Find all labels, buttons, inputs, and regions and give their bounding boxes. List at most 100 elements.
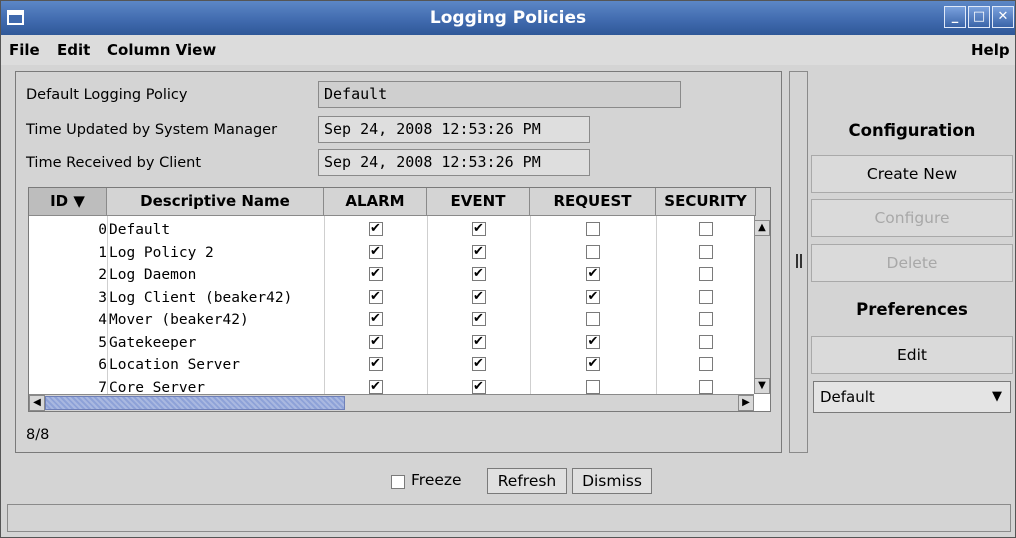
row-name: Location Server bbox=[109, 357, 240, 373]
vertical-scrollbar[interactable]: ▲ ▼ bbox=[754, 216, 770, 394]
split-pane-divider[interactable] bbox=[789, 71, 808, 453]
row-event-checkbox[interactable]: ✔ bbox=[471, 357, 486, 371]
preference-select-value: Default bbox=[820, 388, 875, 406]
row-request-checkbox[interactable]: ✔ bbox=[586, 289, 600, 304]
row-request-checkbox[interactable]: ✔ bbox=[586, 334, 600, 349]
table-row[interactable]: 6 Location Server ✔ ✔ ✔ bbox=[29, 354, 757, 376]
dismiss-button[interactable]: Dismiss bbox=[572, 468, 652, 494]
row-request-checkbox[interactable] bbox=[586, 312, 600, 326]
row-request-checkbox[interactable]: ✔ bbox=[586, 267, 600, 281]
row-event-checkbox[interactable]: ✔ bbox=[471, 289, 486, 304]
configuration-heading: Configuration bbox=[848, 121, 976, 140]
time-received-label: Time Received by Client bbox=[26, 155, 202, 171]
default-policy-field: Default bbox=[318, 81, 681, 108]
policies-table: ID ▼ Descriptive Name ALARM EVENT REQUES… bbox=[28, 187, 771, 412]
minimize-icon[interactable]: _ bbox=[944, 6, 966, 28]
horizontal-scroll-thumb[interactable] bbox=[45, 396, 345, 410]
row-name: Mover (beaker42) bbox=[109, 312, 249, 328]
row-security-checkbox[interactable] bbox=[699, 312, 713, 326]
row-count: 8/8 bbox=[26, 427, 50, 443]
horizontal-scrollbar[interactable]: ◀ ▶ bbox=[29, 394, 754, 411]
row-alarm-checkbox[interactable]: ✔ bbox=[368, 222, 383, 236]
row-security-checkbox[interactable] bbox=[699, 244, 713, 259]
row-security-checkbox[interactable] bbox=[699, 334, 713, 349]
dropdown-arrow-icon: ▼ bbox=[992, 389, 1002, 404]
window-title: Logging Policies bbox=[429, 8, 587, 28]
menu-column-view[interactable]: Column View bbox=[107, 41, 216, 59]
row-alarm-checkbox[interactable]: ✔ bbox=[368, 379, 383, 394]
row-alarm-checkbox[interactable]: ✔ bbox=[368, 312, 383, 326]
row-id: 0 bbox=[98, 222, 107, 238]
table-row[interactable]: 2 Log Daemon ✔ ✔ ✔ bbox=[29, 264, 757, 286]
create-new-button[interactable]: Create New bbox=[811, 155, 1013, 193]
row-name: Log Daemon bbox=[109, 267, 197, 283]
default-policy-label: Default Logging Policy bbox=[26, 87, 188, 103]
scroll-right-icon[interactable]: ▶ bbox=[738, 395, 754, 411]
table-row[interactable]: 3 Log Client (beaker42) ✔ ✔ ✔ bbox=[29, 287, 757, 309]
row-alarm-checkbox[interactable]: ✔ bbox=[368, 267, 383, 281]
row-security-checkbox[interactable] bbox=[699, 379, 713, 394]
row-security-checkbox[interactable] bbox=[699, 267, 713, 281]
refresh-button[interactable]: Refresh bbox=[487, 468, 567, 494]
row-name: Log Policy 2 bbox=[109, 244, 214, 261]
policy-panel: Default Logging Policy Default Time Upda… bbox=[15, 71, 782, 453]
row-alarm-checkbox[interactable]: ✔ bbox=[368, 334, 383, 349]
row-security-checkbox[interactable] bbox=[699, 289, 713, 304]
freeze-label: Freeze bbox=[411, 471, 462, 489]
row-id: 3 bbox=[98, 289, 107, 306]
status-bar bbox=[7, 504, 1011, 532]
row-name: Default bbox=[109, 222, 171, 238]
table-row[interactable]: 1 Log Policy 2 ✔ ✔ bbox=[29, 242, 757, 264]
row-event-checkbox[interactable]: ✔ bbox=[471, 379, 486, 394]
table-header: ID ▼ Descriptive Name ALARM EVENT REQUES… bbox=[29, 188, 770, 216]
row-id: 1 bbox=[98, 244, 107, 261]
table-row[interactable]: 0 Default ✔ ✔ bbox=[29, 219, 757, 241]
row-event-checkbox[interactable]: ✔ bbox=[471, 222, 486, 236]
column-header-security[interactable]: SECURITY bbox=[656, 188, 756, 216]
scroll-left-icon[interactable]: ◀ bbox=[29, 395, 45, 411]
time-received-field: Sep 24, 2008 12:53:26 PM bbox=[318, 149, 590, 176]
preference-select[interactable]: Default ▼ bbox=[813, 381, 1011, 413]
row-name: Gatekeeper bbox=[109, 334, 197, 351]
row-event-checkbox[interactable]: ✔ bbox=[471, 312, 486, 326]
row-alarm-checkbox[interactable]: ✔ bbox=[368, 289, 383, 304]
preferences-heading: Preferences bbox=[856, 300, 968, 319]
column-header-name[interactable]: Descriptive Name bbox=[107, 188, 324, 216]
row-event-checkbox[interactable]: ✔ bbox=[471, 267, 486, 281]
column-header-alarm[interactable]: ALARM bbox=[324, 188, 427, 216]
column-header-id[interactable]: ID ▼ bbox=[29, 188, 107, 216]
row-name: Log Client (beaker42) bbox=[109, 289, 293, 306]
row-alarm-checkbox[interactable]: ✔ bbox=[368, 244, 383, 259]
menu-edit[interactable]: Edit bbox=[57, 41, 90, 59]
title-bar[interactable]: Logging Policies _ □ ✕ bbox=[1, 1, 1015, 35]
row-request-checkbox[interactable] bbox=[586, 244, 600, 259]
menu-file[interactable]: File bbox=[9, 41, 40, 59]
row-security-checkbox[interactable] bbox=[699, 357, 713, 371]
row-request-checkbox[interactable] bbox=[586, 222, 600, 236]
configure-button[interactable]: Configure bbox=[811, 199, 1013, 237]
time-updated-field: Sep 24, 2008 12:53:26 PM bbox=[318, 116, 590, 143]
menu-help[interactable]: Help bbox=[971, 41, 1010, 59]
row-event-checkbox[interactable]: ✔ bbox=[471, 244, 486, 259]
row-security-checkbox[interactable] bbox=[699, 222, 713, 236]
menu-bar: File Edit Column View Help bbox=[1, 35, 1015, 65]
divider-grip-icon bbox=[796, 254, 798, 268]
row-id: 5 bbox=[98, 334, 107, 351]
maximize-icon[interactable]: □ bbox=[968, 6, 990, 28]
edit-preferences-button[interactable]: Edit bbox=[811, 336, 1013, 374]
row-id: 6 bbox=[98, 357, 107, 373]
table-row[interactable]: 5 Gatekeeper ✔ ✔ ✔ bbox=[29, 332, 757, 354]
row-event-checkbox[interactable]: ✔ bbox=[471, 334, 486, 349]
row-request-checkbox[interactable] bbox=[586, 379, 600, 394]
row-alarm-checkbox[interactable]: ✔ bbox=[368, 357, 383, 371]
freeze-checkbox[interactable] bbox=[391, 475, 405, 489]
table-row[interactable]: 4 Mover (beaker42) ✔ ✔ bbox=[29, 309, 757, 331]
close-icon[interactable]: ✕ bbox=[992, 6, 1014, 28]
column-header-request[interactable]: REQUEST bbox=[530, 188, 656, 216]
delete-button[interactable]: Delete bbox=[811, 244, 1013, 282]
side-panel: Configuration Create New Configure Delet… bbox=[809, 71, 1015, 453]
scroll-down-icon[interactable]: ▼ bbox=[754, 378, 770, 394]
scroll-up-icon[interactable]: ▲ bbox=[754, 220, 770, 236]
column-header-event[interactable]: EVENT bbox=[427, 188, 530, 216]
row-request-checkbox[interactable]: ✔ bbox=[586, 357, 600, 371]
